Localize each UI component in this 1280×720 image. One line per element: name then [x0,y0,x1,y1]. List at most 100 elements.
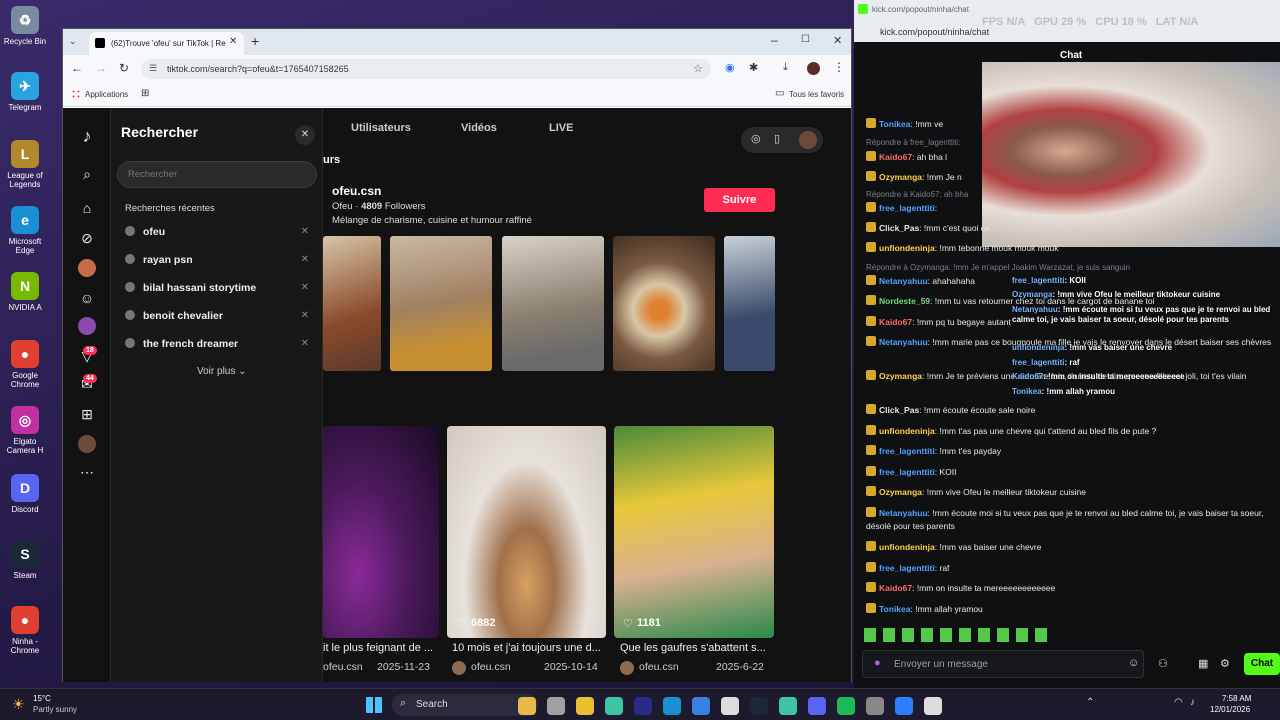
video-2-author[interactable]: ofeu.csn [471,661,511,673]
remove-recent-icon[interactable]: ✕ [301,310,309,321]
user-thumb-5[interactable] [724,236,775,371]
desktop-icon-6[interactable]: ◎ Elgato Camera H [2,406,48,455]
video-1-caption[interactable]: it le plus feignant de ... [323,642,439,654]
follow-button[interactable]: Suivre [704,188,775,212]
mic-icon[interactable]: ● [874,657,881,669]
desktop-icon-9[interactable]: ● Ninha - Chrome [2,606,48,655]
chat-send-button[interactable]: Chat [1244,653,1280,675]
taskbar-app-icon[interactable] [779,697,797,715]
recent-search-item[interactable]: benoit chevalier ✕ [125,310,309,330]
site-info-icon[interactable]: ☰ [149,63,157,74]
chat-username[interactable]: Click_Pas [879,223,919,233]
weather-icon[interactable]: ☀ [12,696,25,713]
desktop-icon-7[interactable]: D Discord [2,474,48,514]
volume-icon[interactable]: ♪ [1190,697,1195,708]
bookmark-all-favorites[interactable]: Tous les favoris [789,90,844,99]
recent-search-item[interactable]: bilal hassani storytime ✕ [125,282,309,302]
bookmark-grid-icon[interactable]: ⊞ [141,88,149,99]
taskbar-app-icon[interactable] [634,697,652,715]
recent-search-item[interactable]: rayan psn ✕ [125,254,309,274]
desktop-icon-2[interactable]: L League of Legends [2,140,48,189]
desktop-icon-8[interactable]: S Steam [2,540,48,580]
recent-search-item[interactable]: the french dreamer ✕ [125,338,309,358]
browser-tab[interactable]: (62)Trouve 'ofeu' sur TikTok | Re [89,32,244,55]
search-icon[interactable]: ⌕ [75,162,99,186]
user-thumb-2[interactable] [390,236,492,371]
video-card-3[interactable] [614,426,774,638]
video-3-caption[interactable]: Que les gaufres s'abattent s... [620,642,774,654]
tiktok-logo-icon[interactable]: ♪ [75,124,99,148]
forward-icon[interactable]: → [95,61,107,75]
upload-icon[interactable]: ⊞ [75,402,99,426]
desktop-icon-1[interactable]: ✈ Telegram [2,72,48,112]
emoji-icon[interactable]: ☺ [1128,657,1139,669]
device-icon[interactable]: ▯ [774,132,780,145]
video-2-caption[interactable]: 10 mois et j'ai toujours une d... [452,642,606,654]
taskbar-app-icon[interactable] [924,697,942,715]
coin-icon[interactable]: ◎ [751,132,761,145]
apps-grid-icon[interactable] [71,89,81,99]
taskbar-app-icon[interactable] [518,697,536,715]
tab-utilisateurs[interactable]: Utilisateurs [351,122,411,134]
taskbar-app-icon[interactable] [663,697,681,715]
desktop-icon-5[interactable]: ● Google Chrome [2,340,48,389]
taskbar-app-icon[interactable] [576,697,594,715]
remove-recent-icon[interactable]: ✕ [301,338,309,349]
video-card-1[interactable] [323,426,439,638]
recent-search-item[interactable]: ofeu ✕ [125,226,309,246]
bookmark-star-icon[interactable]: ☆ [693,62,703,75]
chat-gift-icon[interactable]: ▦ [1198,657,1208,670]
chat-users-icon[interactable]: ⚇ [1158,657,1168,670]
search-input[interactable] [117,161,317,188]
back-icon[interactable]: ← [71,61,83,75]
more-icon[interactable]: ⋯ [75,460,99,484]
taskbar-app-icon[interactable] [750,697,768,715]
tab-close-icon[interactable]: ✕ [229,36,237,47]
kick-address-url[interactable]: kick.com/popout/ninha/chat [880,27,989,37]
tab-search-icon[interactable]: ⌄ [69,36,77,47]
maximize-icon[interactable]: ☐ [801,34,810,45]
chat-username[interactable]: unfiondeninja [879,243,935,253]
desktop-icon-4[interactable]: N NVIDIA A [2,272,48,312]
friends-icon[interactable]: ☺ [75,286,99,310]
chat-username[interactable]: Kaido67 [879,317,912,327]
taskbar-app-icon[interactable] [837,697,855,715]
header-profile-avatar[interactable] [799,131,817,149]
see-more-link[interactable]: Voir plus ⌄ [197,366,247,377]
chat-username[interactable]: Click_Pas [879,405,919,415]
desktop-icon-0[interactable]: ♻ Recycle Bin [2,6,48,46]
explore-icon[interactable]: ⊘ [75,226,99,250]
extensions-puzzle-icon[interactable]: ✱ [749,61,758,74]
menu-dots-icon[interactable]: ⋮ [833,60,845,74]
live-avatar[interactable] [75,314,99,338]
video-1-author[interactable]: ofeu.csn [323,661,363,673]
taskbar-app-icon[interactable] [547,697,565,715]
chat-username[interactable]: Netanyahuu [879,276,928,286]
taskbar-app-icon[interactable] [866,697,884,715]
chat-username[interactable]: free_lagenttiti [879,563,935,573]
user-thumb-1[interactable] [323,236,381,371]
taskbar-app-icon[interactable] [895,697,913,715]
chat-username[interactable]: free_lagenttiti [879,446,935,456]
video-card-2[interactable] [447,426,606,638]
new-tab-icon[interactable]: + [251,33,259,49]
remove-recent-icon[interactable]: ✕ [301,254,309,265]
chat-username[interactable]: Tonikea [879,604,911,614]
chat-username[interactable]: Netanyahuu [879,337,928,347]
chat-username[interactable]: Netanyahuu [879,508,928,518]
following-avatar[interactable] [75,256,99,280]
chat-username[interactable]: Ozymanga [879,371,922,381]
chat-username[interactable]: free_lagenttiti [879,467,935,477]
user-thumb-3[interactable] [502,236,604,371]
chat-username[interactable]: Ozymanga [879,487,922,497]
reload-icon[interactable]: ↻ [119,61,129,75]
close-window-icon[interactable]: ✕ [833,34,842,47]
video-3-author[interactable]: ofeu.csn [639,661,679,673]
chat-username[interactable]: unfiondeninja [879,426,935,436]
address-bar[interactable]: ☰ tiktok.com/search?q=ofeu&t=17654071582… [141,59,711,79]
tab-live[interactable]: LIVE [549,122,573,134]
chat-username[interactable]: Kaido67 [879,583,912,593]
chat-username[interactable]: Nordeste_59 [879,296,930,306]
profile-avatar-nav[interactable] [75,432,99,456]
bookmark-applications[interactable]: Applications [85,90,128,99]
